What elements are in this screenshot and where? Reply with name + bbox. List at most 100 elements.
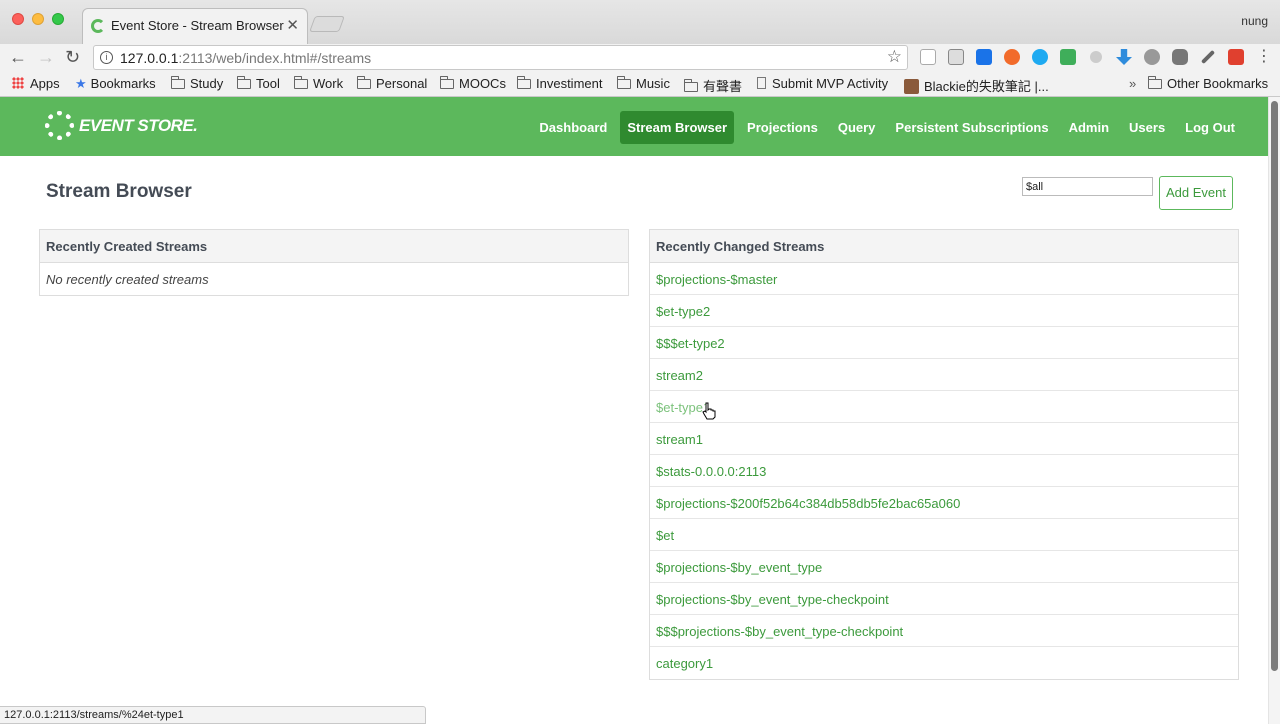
extension-dot-icon[interactable] <box>1090 51 1102 63</box>
nav-projections[interactable]: Projections <box>740 111 825 144</box>
browser-menu-icon[interactable]: ⋮ <box>1256 47 1272 67</box>
star-icon: ★ <box>75 76 87 91</box>
extension-blocker-icon[interactable] <box>1004 49 1020 65</box>
reload-icon[interactable]: ↻ <box>65 47 80 67</box>
bookmark-submit-mvp[interactable]: Submit MVP Activity <box>757 76 888 91</box>
bookmark-folder-investiment[interactable]: Investiment <box>517 76 602 91</box>
recently-created-panel: Recently Created Streams No recently cre… <box>39 229 629 296</box>
forward-arrow-icon[interactable]: → <box>37 47 55 67</box>
eyedropper-icon[interactable] <box>1200 49 1216 65</box>
stream-row: $$$et-type2 <box>650 327 1238 359</box>
bookmark-apps[interactable]: Apps <box>12 76 60 91</box>
extension-skype-icon[interactable] <box>1032 49 1048 65</box>
url-host: 127.0.0.1 <box>120 50 179 66</box>
page-title: Stream Browser <box>46 181 192 202</box>
stream-link[interactable]: $et <box>656 528 674 543</box>
bookmark-blackie[interactable]: Blackie的失敗筆記 |... <box>904 76 1049 95</box>
stream-link[interactable]: $stats-0.0.0.0:2113 <box>656 464 766 479</box>
nav-stream-browser[interactable]: Stream Browser <box>620 111 735 144</box>
stream-link[interactable]: $$$projections-$by_event_type-checkpoint <box>656 624 903 639</box>
nav-admin[interactable]: Admin <box>1062 111 1116 144</box>
folder-icon <box>1148 76 1162 89</box>
top-navbar: EVENT STORE. Dashboard Stream Browser Pr… <box>0 97 1268 156</box>
nav-persistent-subscriptions[interactable]: Persistent Subscriptions <box>888 111 1055 144</box>
folder-icon <box>617 76 631 89</box>
stream-row: $et-type2 <box>650 295 1238 327</box>
bookmarks-overflow-icon[interactable]: » <box>1129 76 1136 91</box>
scrollbar-thumb[interactable] <box>1271 101 1278 671</box>
address-bar[interactable]: i 127.0.0.1:2113/web/index.html#/streams… <box>93 45 908 70</box>
bookmark-folder-moocs[interactable]: MOOCs <box>440 76 506 91</box>
url-path: :2113/web/index.html#/streams <box>178 50 372 66</box>
stream-link[interactable]: $projections-$master <box>656 272 777 287</box>
browser-titlebar: Event Store - Stream Browser ✕ nung <box>0 0 1280 44</box>
add-event-button[interactable]: Add Event <box>1159 176 1233 210</box>
download-icon[interactable] <box>1116 49 1132 65</box>
extension-reader-icon[interactable] <box>948 49 964 65</box>
stream-link[interactable]: category1 <box>656 656 713 671</box>
stream-link[interactable]: $et-type2 <box>656 304 710 319</box>
extension-s-icon[interactable] <box>1228 49 1244 65</box>
new-tab-button[interactable] <box>309 16 345 32</box>
bookmark-folder-study[interactable]: Study <box>171 76 223 91</box>
site-info-icon[interactable]: i <box>100 51 113 64</box>
folder-icon <box>294 76 308 89</box>
bookmark-folder-tool[interactable]: Tool <box>237 76 280 91</box>
extension-puzzle-icon[interactable] <box>1060 49 1076 65</box>
extension-copy-icon[interactable] <box>920 49 936 65</box>
folder-icon <box>517 76 531 89</box>
nav-users[interactable]: Users <box>1122 111 1172 144</box>
bookmark-folder-personal[interactable]: Personal <box>357 76 427 91</box>
stream-link[interactable]: stream1 <box>656 432 703 447</box>
url-text: 127.0.0.1:2113/web/index.html#/streams <box>120 50 371 66</box>
bookmark-folder-other[interactable]: Other Bookmarks <box>1148 76 1268 91</box>
profile-name[interactable]: nung <box>1241 14 1268 28</box>
stream-link[interactable]: stream2 <box>656 368 703 383</box>
browser-toolbar: ← → ↻ i 127.0.0.1:2113/web/index.html#/s… <box>0 44 1280 72</box>
window-maximize-button[interactable] <box>52 13 64 25</box>
folder-icon <box>440 76 454 89</box>
apps-grid-icon <box>12 77 24 89</box>
stream-row: $et-type1 <box>650 391 1238 423</box>
stream-link[interactable]: $$$et-type2 <box>656 336 725 351</box>
tab-close-icon[interactable]: ✕ <box>286 16 299 34</box>
stream-link[interactable]: $projections-$by_event_type-checkpoint <box>656 592 889 607</box>
bookmark-star-icon[interactable]: ☆ <box>887 47 902 67</box>
extension-chat-icon[interactable] <box>1172 49 1188 65</box>
nav-query[interactable]: Query <box>831 111 883 144</box>
bookmark-bookmarks[interactable]: ★ Bookmarks <box>75 76 156 92</box>
back-arrow-icon[interactable]: ← <box>9 47 27 67</box>
page-scrollbar[interactable] <box>1268 97 1280 724</box>
stream-row: $projections-$200f52b64c384db58db5fe2bac… <box>650 487 1238 519</box>
stream-link[interactable]: $projections-$200f52b64c384db58db5fe2bac… <box>656 496 960 511</box>
recently-changed-panel: Recently Changed Streams $projections-$m… <box>649 229 1239 680</box>
nav-dashboard[interactable]: Dashboard <box>532 111 614 144</box>
page-viewport: EVENT STORE. Dashboard Stream Browser Pr… <box>0 97 1268 724</box>
recently-changed-header: Recently Changed Streams <box>650 230 1238 263</box>
bookmark-folder-audiobooks[interactable]: 有聲書 <box>684 76 742 95</box>
stream-link[interactable]: $projections-$by_event_type <box>656 560 822 575</box>
hand-cursor-icon <box>702 402 716 420</box>
recently-created-header: Recently Created Streams <box>40 230 628 263</box>
avatar-icon <box>904 79 919 94</box>
window-close-button[interactable] <box>12 13 24 25</box>
folder-icon <box>357 76 371 89</box>
stream-row: $projections-$by_event_type-checkpoint <box>650 583 1238 615</box>
stream-row: $stats-0.0.0.0:2113 <box>650 455 1238 487</box>
tab-title: Event Store - Stream Browser <box>111 18 284 33</box>
nav-logout[interactable]: Log Out <box>1178 111 1242 144</box>
stream-row: stream1 <box>650 423 1238 455</box>
bookmarks-bar: Apps ★ Bookmarks Study Tool Work Personal… <box>0 72 1280 97</box>
recently-changed-list: $projections-$master $et-type2 $$$et-type2… <box>650 263 1238 679</box>
browser-tab[interactable]: Event Store - Stream Browser ✕ <box>82 8 308 44</box>
link-status-bar: 127.0.0.1:2113/streams/%24et-type1 <box>0 706 426 724</box>
eventstore-favicon-icon <box>91 19 105 33</box>
extension-timer-icon[interactable] <box>1144 49 1160 65</box>
extension-pocket-icon[interactable] <box>976 49 992 65</box>
stream-row: $projections-$by_event_type <box>650 551 1238 583</box>
bookmark-folder-music[interactable]: Music <box>617 76 670 91</box>
stream-row: stream2 <box>650 359 1238 391</box>
window-minimize-button[interactable] <box>32 13 44 25</box>
bookmark-folder-work[interactable]: Work <box>294 76 343 91</box>
stream-search-input[interactable] <box>1022 177 1153 196</box>
